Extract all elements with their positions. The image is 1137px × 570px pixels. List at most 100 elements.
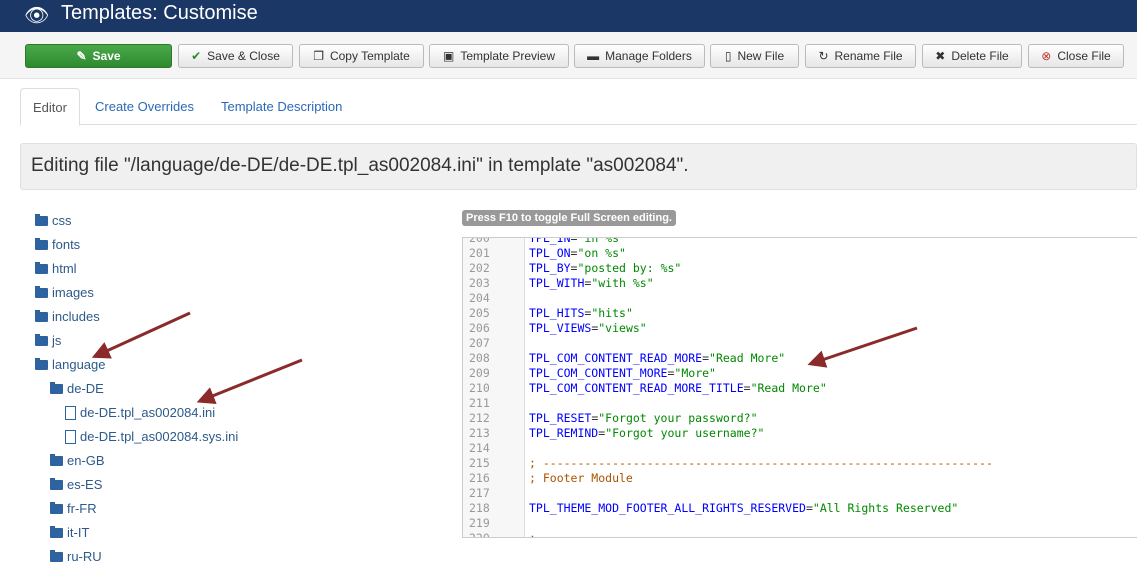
close-file-button[interactable]: ⊗ Close File (1028, 44, 1124, 68)
button-label: Manage Folders (605, 49, 692, 63)
tree-folder-item[interactable]: images (35, 285, 94, 300)
code-line: ; --------------------------------------… (529, 456, 993, 471)
line-number: 205 (469, 306, 490, 320)
code-comment: ; Footer Module (529, 471, 633, 485)
folder-icon (50, 381, 63, 394)
button-label: Rename File (834, 49, 903, 63)
delete-file-button[interactable]: ✖ Delete File (922, 44, 1022, 68)
line-number: 201 (469, 246, 490, 260)
code-comment: ; --------------------------------------… (529, 456, 993, 470)
code-key: TPL_COM_CONTENT_READ_MORE_TITLE (529, 381, 744, 395)
page-title: Templates: Customise (61, 2, 258, 24)
code-line: ; --------------------------------------… (529, 531, 993, 537)
line-number: 219 (469, 516, 490, 530)
folder-icon (35, 285, 48, 298)
code-value: "Forgot your password?" (598, 411, 758, 425)
line-number: 207 (469, 336, 490, 350)
save-button[interactable]: ✎ Save (25, 44, 172, 68)
button-label: Save (92, 49, 121, 63)
code-value: "More" (674, 366, 716, 380)
tree-folder-item[interactable]: includes (35, 309, 100, 324)
tree-file-item[interactable]: de-DE.tpl_as002084.ini (65, 405, 215, 420)
toolbar: ✎ Save ✔ Save & Close ❐ Copy Template ▣ Templat… (0, 32, 1137, 79)
line-number: 210 (469, 381, 490, 395)
code-editor[interactable]: 200 TPL_IN="in %s" 201 TPL_ON="on %s" 202 TPL… (462, 237, 1137, 538)
button-label: Copy Template (329, 49, 410, 63)
line-number: 208 (469, 351, 490, 365)
line-number: 220 (469, 531, 490, 538)
edit-icon: ✎ (76, 49, 87, 63)
code-value: "views" (598, 321, 647, 335)
code-line: TPL_COM_CONTENT_READ_MORE="Read More" (529, 351, 785, 366)
code-value: "on %s" (577, 246, 626, 260)
code-key: TPL_RESET (529, 411, 592, 425)
tree-file-item[interactable]: de-DE.tpl_as002084.sys.ini (65, 429, 238, 444)
tab-create-overrides[interactable]: Create Overrides (83, 88, 206, 125)
copy-template-button[interactable]: ❐ Copy Template (299, 44, 424, 68)
tab-template-description[interactable]: Template Description (209, 88, 354, 125)
line-number: 218 (469, 501, 490, 515)
tree-item-label: html (52, 261, 77, 276)
code-key: TPL_IN (529, 237, 571, 245)
tree-item-label: en-GB (67, 453, 105, 468)
code-value: "All Rights Reserved" (812, 501, 959, 515)
tab-editor[interactable]: Editor (20, 88, 80, 126)
code-equals: = (805, 501, 813, 515)
code-line: ; Footer Module (529, 471, 633, 486)
folder-icon (35, 237, 48, 250)
code-key: TPL_HITS (529, 306, 585, 320)
x-icon: ✖ (935, 49, 946, 63)
template-preview-button[interactable]: ▣ Template Preview (429, 44, 569, 68)
tree-folder-item[interactable]: it-IT (50, 525, 89, 540)
line-number: 212 (469, 411, 490, 425)
folder-icon (50, 477, 63, 490)
eye-icon: 👁 (24, 5, 50, 27)
line-number: 209 (469, 366, 490, 380)
button-label: New File (737, 49, 785, 63)
code-key: TPL_ON (529, 246, 571, 260)
tree-item-label: js (52, 333, 62, 348)
code-key: TPL_COM_CONTENT_MORE (529, 366, 668, 380)
tree-folder-item[interactable]: ru-RU (50, 549, 102, 564)
code-line: TPL_RESET="Forgot your password?" (529, 411, 758, 426)
button-label: Template Preview (460, 49, 556, 63)
code-key: TPL_VIEWS (529, 321, 592, 335)
arrow-language (91, 311, 191, 359)
code-equals: = (743, 381, 751, 395)
tree-item-label: ru-RU (67, 549, 102, 564)
manage-folders-button[interactable]: ▬ Manage Folders (574, 44, 705, 68)
tree-folder-item[interactable]: css (35, 213, 72, 228)
tree-item-label: fonts (52, 237, 81, 252)
line-number: 200 (469, 237, 490, 245)
file-icon (65, 405, 76, 420)
folder-icon (50, 501, 63, 514)
tree-folder-item[interactable]: de-DE (50, 381, 104, 396)
code-key: TPL_REMIND (529, 426, 599, 440)
rename-file-button[interactable]: ↻ Rename File (805, 44, 916, 68)
code-line: TPL_IN="in %s" (529, 237, 626, 246)
tree-folder-item[interactable]: language (35, 357, 106, 372)
tree-folder-item[interactable]: html (35, 261, 77, 276)
tree-folder-item[interactable]: en-GB (50, 453, 105, 468)
code-equals: = (702, 351, 710, 365)
tree-folder-item[interactable]: fonts (35, 237, 80, 252)
refresh-icon: ↻ (818, 49, 829, 63)
code-line: TPL_WITH="with %s" (529, 276, 654, 291)
check-icon: ✔ (191, 49, 202, 63)
code-key: TPL_COM_CONTENT_READ_MORE (529, 351, 703, 365)
tree-folder-item[interactable]: js (35, 333, 61, 348)
code-line: TPL_VIEWS="views" (529, 321, 647, 336)
code-key: TPL_BY (529, 261, 571, 275)
code-line: TPL_BY="posted by: %s" (529, 261, 681, 276)
tree-folder-item[interactable]: fr-FR (50, 501, 97, 516)
tree-item-label: de-DE (67, 381, 104, 396)
code-value: "Read More" (750, 381, 827, 395)
folder-icon (35, 333, 48, 346)
folder-icon (50, 525, 63, 538)
code-line: TPL_ON="on %s" (529, 246, 626, 261)
folder-icon (35, 213, 48, 226)
new-file-button[interactable]: ▯ New File (710, 44, 799, 68)
editing-heading: Editing file "/language/de-DE/de-DE.tpl_… (20, 143, 1137, 190)
save-close-button[interactable]: ✔ Save & Close (178, 44, 293, 68)
tree-folder-item[interactable]: es-ES (50, 477, 102, 492)
